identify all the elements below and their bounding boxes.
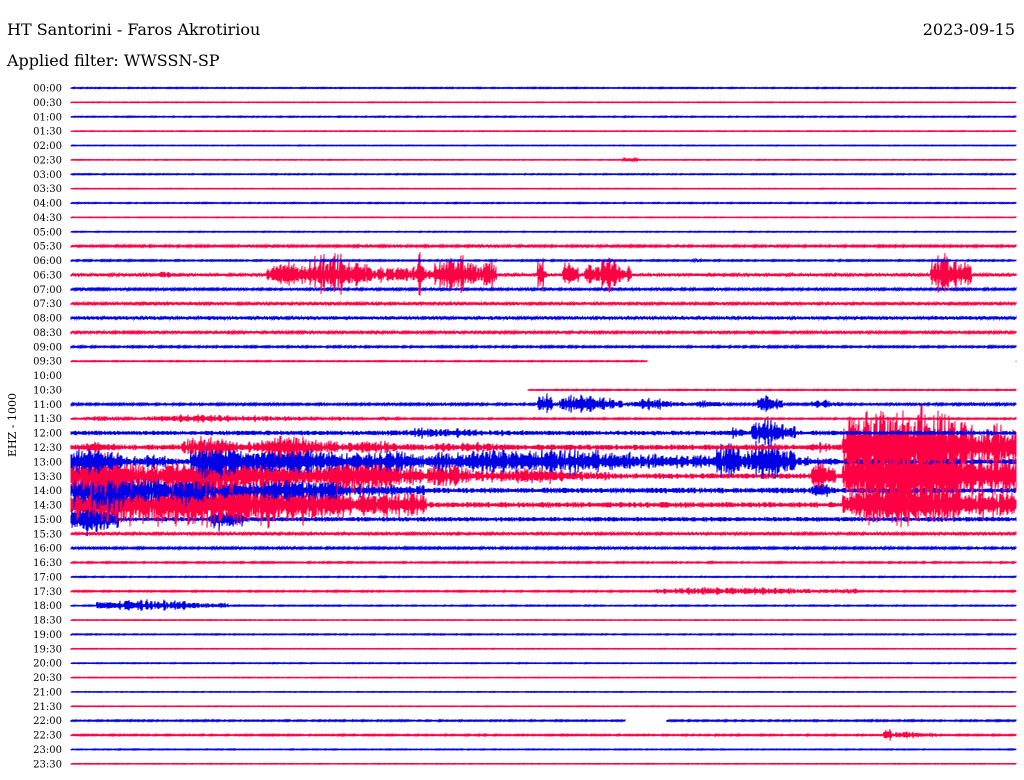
- row-label-0900: 09:00: [33, 342, 62, 353]
- row-label-1300: 13:00: [33, 457, 62, 468]
- row-label-1100: 11:00: [33, 400, 62, 411]
- row-label-1530: 15:30: [33, 529, 62, 540]
- row-label-1230: 12:30: [33, 443, 62, 454]
- row-label-1600: 16:00: [33, 544, 62, 555]
- row-label-1800: 18:00: [33, 601, 62, 612]
- row-label-2330: 23:30: [33, 759, 62, 770]
- row-label-0230: 02:30: [33, 155, 62, 166]
- trace-row-1800: [70, 599, 1017, 611]
- row-label-1730: 17:30: [33, 587, 62, 598]
- row-label-2230: 22:30: [33, 731, 62, 742]
- row-label-1930: 19:30: [33, 644, 62, 655]
- row-label-1200: 12:00: [33, 429, 62, 440]
- row-label-0730: 07:30: [33, 299, 62, 310]
- row-label-0830: 08:30: [33, 328, 62, 339]
- row-label-1400: 14:00: [33, 486, 62, 497]
- row-label-0100: 01:00: [33, 112, 62, 123]
- row-label-1030: 10:30: [33, 386, 62, 397]
- row-label-0130: 01:30: [33, 127, 62, 138]
- row-label-1000: 10:00: [33, 371, 62, 382]
- row-label-0530: 05:30: [33, 242, 62, 253]
- channel-label: EHZ - 1000: [6, 393, 19, 457]
- row-label-0030: 00:30: [33, 98, 62, 109]
- row-label-1500: 15:00: [33, 515, 62, 526]
- row-label-1330: 13:30: [33, 472, 62, 483]
- row-label-2200: 22:00: [33, 716, 62, 727]
- row-label-1700: 17:00: [33, 572, 62, 583]
- row-label-1630: 16:30: [33, 558, 62, 569]
- row-label-0800: 08:00: [33, 314, 62, 325]
- row-label-0300: 03:00: [33, 170, 62, 181]
- row-label-0330: 03:30: [33, 184, 62, 195]
- row-label-0500: 05:00: [33, 227, 62, 238]
- row-label-2130: 21:30: [33, 702, 62, 713]
- row-label-0600: 06:00: [33, 256, 62, 267]
- trace-row-1100: [70, 393, 1017, 414]
- row-label-layer: 00:00 00:30 01:00 01:30 02:00 02:30 03:00 03:30…: [33, 84, 62, 771]
- row-label-1830: 18:30: [33, 616, 62, 627]
- row-label-2030: 20:30: [33, 673, 62, 684]
- row-label-0200: 02:00: [33, 141, 62, 152]
- row-label-0430: 04:30: [33, 213, 62, 224]
- row-label-2100: 21:00: [33, 688, 62, 699]
- row-label-0930: 09:30: [33, 357, 62, 368]
- trace-layer: [70, 86, 1017, 766]
- row-label-2300: 23:00: [33, 745, 62, 756]
- row-label-0400: 04:00: [33, 199, 62, 210]
- row-label-1900: 19:00: [33, 630, 62, 641]
- row-label-0630: 06:30: [33, 270, 62, 281]
- row-label-0000: 00:00: [33, 84, 62, 95]
- row-label-0700: 07:00: [33, 285, 62, 296]
- seismogram-plot: 00:00 00:30 01:00 01:30 02:00 02:30 03:00 03:30…: [6, 84, 1017, 771]
- row-label-1430: 14:30: [33, 501, 62, 512]
- row-label-1130: 11:30: [33, 414, 62, 425]
- row-label-2000: 20:00: [33, 659, 62, 670]
